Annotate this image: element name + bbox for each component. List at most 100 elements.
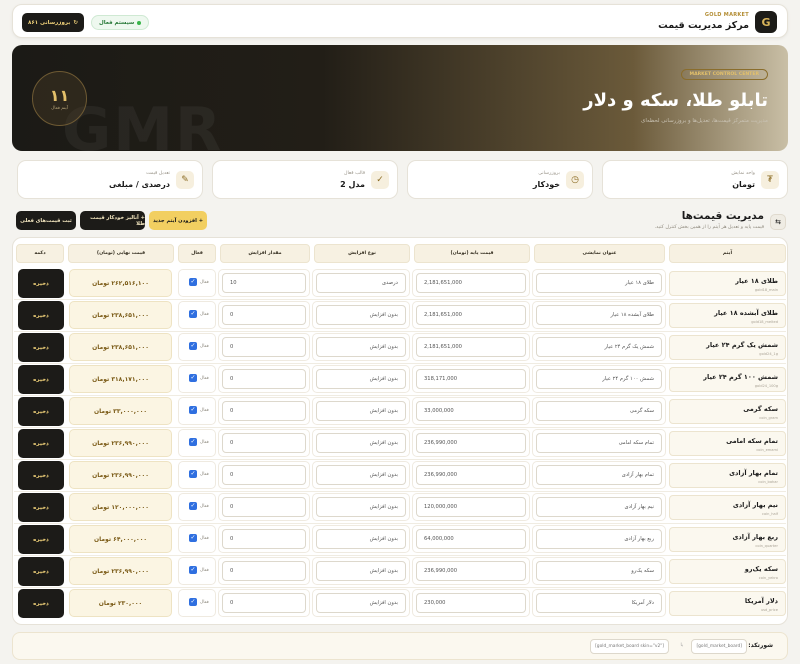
active-checkbox[interactable]: ✓ xyxy=(189,534,197,542)
display-title-input[interactable]: شمش ۱۰۰ گرم ۲۴ عیار xyxy=(536,369,662,389)
display-title-input[interactable]: سکه یک‌رو xyxy=(536,561,662,581)
row-divider xyxy=(14,299,786,300)
active-checkbox[interactable]: ✓ xyxy=(189,342,197,350)
save-row-button[interactable]: ذخیره xyxy=(18,557,64,586)
increase-type-select[interactable]: بدون افزایش xyxy=(316,401,406,421)
increase-type-select[interactable]: درصدی xyxy=(316,273,406,293)
final-price: ۱۲۰,۰۰۰,۰۰۰ تومان xyxy=(69,493,172,521)
base-price-input[interactable]: 2,181,651,000 xyxy=(416,273,526,293)
display-title-input[interactable]: تمام بهار آزادی xyxy=(536,465,662,485)
base-price-input[interactable]: 236,990,000 xyxy=(416,561,526,581)
increase-type-select[interactable]: بدون افزایش xyxy=(316,529,406,549)
active-checkbox-label: فعال xyxy=(200,568,209,573)
increase-amount-input[interactable]: 0 xyxy=(222,433,306,453)
increase-amount-input[interactable]: 0 xyxy=(222,465,306,485)
base-price-input[interactable]: 33,000,000 xyxy=(416,401,526,421)
display-title-input[interactable]: طلای آبشده ۱۸ عیار xyxy=(536,305,662,325)
shortcode-default[interactable]: [gold_market_board] xyxy=(691,639,747,654)
save-current-prices-button[interactable]: ثبت قیمت‌های فعلی xyxy=(16,211,76,230)
column-header: مقدار افزایش xyxy=(220,244,310,263)
base-price-input[interactable]: 64,000,000 xyxy=(416,529,526,549)
base-price-input[interactable]: 2,181,651,000 xyxy=(416,305,526,325)
display-title-input[interactable]: دلار آمریکا xyxy=(536,593,662,613)
row-divider xyxy=(14,459,786,460)
shortcode-skin[interactable]: [gold_market_board skin="v2"] xyxy=(590,639,669,654)
add-item-button[interactable]: + افزودن آیتم جدید xyxy=(149,211,207,230)
save-row-button[interactable]: ذخیره xyxy=(18,525,64,554)
increase-amount-input[interactable]: 0 xyxy=(222,305,306,325)
increase-type-select[interactable]: بدون افزایش xyxy=(316,433,406,453)
increase-type-select[interactable]: بدون افزایش xyxy=(316,593,406,613)
display-title-input[interactable]: ربع بهار آزادی xyxy=(536,529,662,549)
increase-type-select[interactable]: بدون افزایش xyxy=(316,337,406,357)
shortcode-or: یا xyxy=(680,643,683,648)
base-price-input[interactable]: 230,000 xyxy=(416,593,526,613)
active-cell xyxy=(178,525,216,553)
active-checkbox-label: فعال xyxy=(200,280,209,285)
increase-amount-input[interactable]: 0 xyxy=(222,561,306,581)
active-checkbox[interactable]: ✓ xyxy=(189,374,197,382)
base-price-input[interactable]: 236,990,000 xyxy=(416,465,526,485)
increase-amount-input[interactable]: 0 xyxy=(222,369,306,389)
increase-amount-input[interactable]: 0 xyxy=(222,593,306,613)
active-cell xyxy=(178,397,216,425)
base-price-input[interactable]: 318,171,000 xyxy=(416,369,526,389)
active-cell xyxy=(178,333,216,361)
final-price: ۶۴,۰۰۰,۰۰۰ تومان xyxy=(69,525,172,553)
item-name-cell: شمش یک گرم ۲۴ عیار gold24_1g xyxy=(669,335,786,360)
active-checkbox[interactable]: ✓ xyxy=(189,278,197,286)
active-checkbox[interactable]: ✓ xyxy=(189,438,197,446)
item-name-cell: نیم بهار آزادی coin_half xyxy=(669,495,786,520)
active-checkbox[interactable]: ✓ xyxy=(189,470,197,478)
update-button[interactable]: ↻ بروزرسانی ۸۶۱ xyxy=(22,13,84,32)
save-row-button[interactable]: ذخیره xyxy=(18,429,64,458)
increase-type-select[interactable]: بدون افزایش xyxy=(316,305,406,325)
display-title-input[interactable]: طلای ۱۸ عیار xyxy=(536,273,662,293)
save-row-button[interactable]: ذخیره xyxy=(18,365,64,394)
increase-type-select[interactable]: بدون افزایش xyxy=(316,369,406,389)
active-cell xyxy=(178,589,216,617)
active-checkbox[interactable]: ✓ xyxy=(189,566,197,574)
row-divider xyxy=(14,523,786,524)
item-name: طلای آبشده ۱۸ عیار xyxy=(714,309,778,317)
item-name: طلای ۱۸ عیار xyxy=(735,277,778,285)
display-title-input[interactable]: سکه گرمی xyxy=(536,401,662,421)
display-title-input[interactable]: تمام سکه امامی xyxy=(536,433,662,453)
update-button-label: بروزرسانی ۸۶۱ xyxy=(28,19,71,26)
save-row-button[interactable]: ذخیره xyxy=(18,333,64,362)
active-checkbox[interactable]: ✓ xyxy=(189,502,197,510)
active-checkbox[interactable]: ✓ xyxy=(189,310,197,318)
stat-card-update: ◷ بروزرسانی خودکار xyxy=(407,160,593,199)
base-price-input[interactable]: 120,000,000 xyxy=(416,497,526,517)
save-row-button[interactable]: ذخیره xyxy=(18,493,64,522)
active-items-count: ۱۱ xyxy=(49,86,70,105)
base-price-input[interactable]: 2,181,651,000 xyxy=(416,337,526,357)
increase-amount-input[interactable]: 0 xyxy=(222,401,306,421)
save-row-button[interactable]: ذخیره xyxy=(18,397,64,426)
increase-amount-input[interactable]: 10 xyxy=(222,273,306,293)
increase-type-select[interactable]: بدون افزایش xyxy=(316,561,406,581)
item-key: coin_quarter xyxy=(755,544,778,548)
section-subtitle: قیمت پایه و تعدیل هر آیتم را از همین بخش… xyxy=(654,225,764,230)
increase-type-select[interactable]: بدون افزایش xyxy=(316,465,406,485)
increase-type-select[interactable]: بدون افزایش xyxy=(316,497,406,517)
refresh-icon: ↻ xyxy=(73,19,78,26)
increase-amount-input[interactable]: 0 xyxy=(222,337,306,357)
save-row-button[interactable]: ذخیره xyxy=(18,301,64,330)
clock-icon: ◷ xyxy=(566,171,584,189)
status-dot-icon xyxy=(137,20,142,25)
final-price: ۲۳۶,۹۹۰,۰۰۰ تومان xyxy=(69,429,172,457)
increase-amount-input[interactable]: 0 xyxy=(222,497,306,517)
row-divider xyxy=(14,555,786,556)
hero-banner: GMR MARKET CONTROL CENTER تابلو طلا، سکه… xyxy=(12,45,788,151)
base-price-input[interactable]: 236,990,000 xyxy=(416,433,526,453)
display-title-input[interactable]: نیم بهار آزادی xyxy=(536,497,662,517)
active-checkbox[interactable]: ✓ xyxy=(189,598,197,606)
save-row-button[interactable]: ذخیره xyxy=(18,589,64,618)
increase-amount-input[interactable]: 0 xyxy=(222,529,306,549)
auto-gold-analysis-button[interactable]: + آنالیز خودکار قیمت طلا xyxy=(80,211,145,230)
save-row-button[interactable]: ذخیره xyxy=(18,461,64,490)
save-row-button[interactable]: ذخیره xyxy=(18,269,64,298)
display-title-input[interactable]: شمش یک گرم ۲۴ عیار xyxy=(536,337,662,357)
active-checkbox[interactable]: ✓ xyxy=(189,406,197,414)
